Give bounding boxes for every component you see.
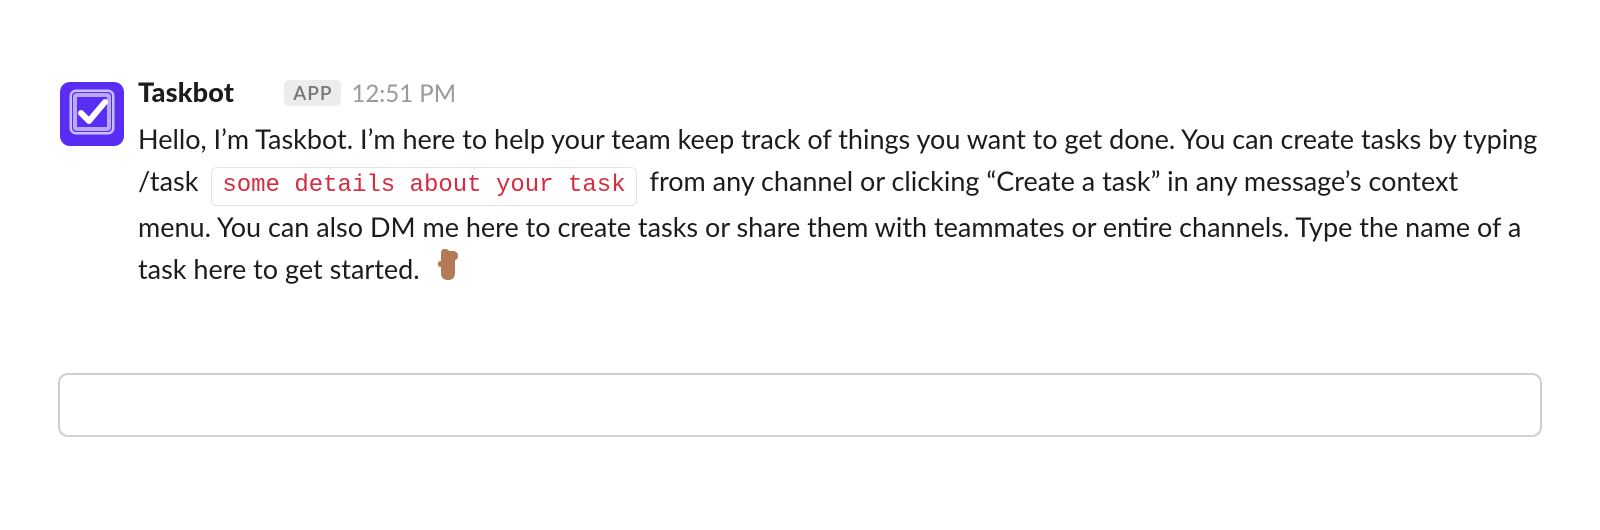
sender-name[interactable]: Taskbot (138, 78, 234, 105)
message-header: Taskbot APP 12:51 PM (138, 78, 1540, 108)
message: Taskbot APP 12:51 PM Hello, I’m Taskbot.… (60, 78, 1540, 295)
message-body: Hello, I’m Taskbot. I’m here to help you… (138, 118, 1538, 295)
inline-code: some details about your task (211, 167, 636, 206)
point-down-icon (434, 247, 462, 292)
message-input-container (58, 373, 1542, 437)
message-content: Taskbot APP 12:51 PM Hello, I’m Taskbot.… (138, 78, 1540, 295)
checkbox-icon (68, 88, 116, 140)
message-input[interactable] (58, 373, 1542, 437)
app-avatar[interactable] (60, 82, 124, 146)
message-timestamp[interactable]: 12:51 PM (351, 82, 456, 106)
app-badge: APP (284, 80, 341, 106)
